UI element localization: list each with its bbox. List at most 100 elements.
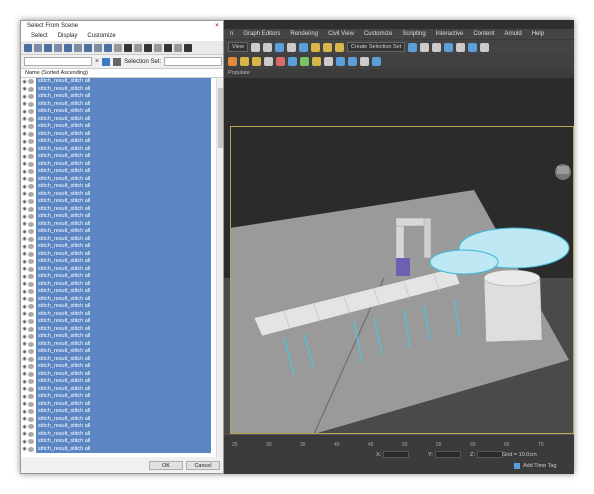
list-item[interactable]: ◉ stitch_result_stitch all	[21, 438, 216, 446]
scale-icon[interactable]	[286, 42, 296, 52]
list-item[interactable]: ◉ stitch_result_stitch all	[21, 318, 216, 326]
sun-icon[interactable]	[240, 57, 249, 66]
time-slider[interactable]: 25 30 35 40 45 50 55 60 65 70	[224, 434, 574, 448]
visibility-eye-icon[interactable]: ◉	[21, 161, 28, 167]
visibility-eye-icon[interactable]: ◉	[21, 266, 28, 272]
visibility-eye-icon[interactable]: ◉	[21, 101, 28, 107]
list-item[interactable]: ◉ stitch_result_stitch all	[21, 378, 216, 386]
list-item[interactable]: ◉ stitch_result_stitch all	[21, 153, 216, 161]
list-item[interactable]: ◉ stitch_result_stitch all	[21, 78, 216, 86]
list-item[interactable]: ◉ stitch_result_stitch all	[21, 400, 216, 408]
visibility-eye-icon[interactable]: ◉	[21, 221, 28, 227]
menu-display[interactable]: Display	[58, 31, 78, 41]
visibility-eye-icon[interactable]: ◉	[21, 416, 28, 422]
visibility-eye-icon[interactable]: ◉	[21, 364, 28, 370]
list-item[interactable]: ◉ stitch_result_stitch all	[21, 220, 216, 228]
list-item[interactable]: ◉ stitch_result_stitch all	[21, 168, 216, 176]
list-item[interactable]: ◉ stitch_result_stitch all	[21, 175, 216, 183]
display-helpers-icon[interactable]	[64, 43, 72, 52]
list-item[interactable]: ◉ stitch_result_stitch all	[21, 160, 216, 168]
visibility-eye-icon[interactable]: ◉	[21, 259, 28, 265]
visibility-eye-icon[interactable]: ◉	[21, 86, 28, 92]
list-item[interactable]: ◉ stitch_result_stitch all	[21, 303, 216, 311]
list-item[interactable]: ◉ stitch_result_stitch all	[21, 190, 216, 198]
visibility-eye-icon[interactable]: ◉	[21, 191, 28, 197]
coord-y-field[interactable]	[434, 451, 461, 458]
filter-icon[interactable]	[174, 43, 182, 52]
visibility-eye-icon[interactable]: ◉	[21, 124, 28, 130]
visibility-eye-icon[interactable]: ◉	[21, 214, 28, 220]
list-item[interactable]: ◉ stitch_result_stitch all	[21, 445, 216, 453]
viewport-perspective[interactable]	[224, 78, 574, 434]
visibility-eye-icon[interactable]: ◉	[21, 431, 28, 437]
object-list[interactable]: ◉ stitch_result_stitch all ◉ stitch_result_…	[21, 78, 223, 457]
list-item[interactable]: ◉ stitch_result_stitch all	[21, 213, 216, 221]
max-menu-graph-editors[interactable]: Graph Editors	[243, 31, 280, 37]
list-item[interactable]: ◉ stitch_result_stitch all	[21, 325, 216, 333]
display-geometry-icon[interactable]	[24, 43, 32, 52]
max-menu-civil-view[interactable]: Civil View	[328, 31, 354, 37]
graph-icon[interactable]	[444, 42, 454, 52]
close-button[interactable]: ×	[211, 21, 223, 31]
list-item[interactable]: ◉ stitch_result_stitch all	[21, 310, 216, 318]
list-item[interactable]: ◉ stitch_result_stitch all	[21, 363, 216, 371]
max-menu-help[interactable]: Help	[532, 31, 544, 37]
list-item[interactable]: ◉ stitch_result_stitch all	[21, 85, 216, 93]
visibility-eye-icon[interactable]: ◉	[21, 229, 28, 235]
align-icon[interactable]	[420, 42, 430, 52]
display-xrefs-icon[interactable]	[94, 43, 102, 52]
max-menu-scripting[interactable]: Scripting	[402, 31, 425, 37]
list-item[interactable]: ◉ stitch_result_stitch all	[21, 415, 216, 423]
render-setup-icon[interactable]	[468, 42, 478, 52]
visibility-eye-icon[interactable]: ◉	[21, 131, 28, 137]
sphere-icon[interactable]	[252, 57, 261, 66]
disk-icon[interactable]	[360, 57, 369, 66]
list-item[interactable]: ◉ stitch_result_stitch all	[21, 93, 216, 101]
menu-customize[interactable]: Customize	[87, 31, 115, 41]
create-selection-set-dropdown[interactable]: Create Selection Set	[346, 42, 406, 52]
move-icon[interactable]	[262, 42, 272, 52]
list-item[interactable]: ◉ stitch_result_stitch all	[21, 340, 216, 348]
visibility-eye-icon[interactable]: ◉	[21, 356, 28, 362]
list-item[interactable]: ◉ stitch_result_stitch all	[21, 243, 216, 251]
configure-columns-icon[interactable]	[184, 43, 192, 52]
search-input[interactable]	[24, 57, 92, 66]
list-item[interactable]: ◉ stitch_result_stitch all	[21, 265, 216, 273]
mirror-icon[interactable]	[408, 42, 418, 52]
globe-icon[interactable]	[336, 57, 345, 66]
list-item[interactable]: ◉ stitch_result_stitch all	[21, 115, 216, 123]
max-menu-item[interactable]: n	[230, 31, 233, 37]
list-item[interactable]: ◉ stitch_result_stitch all	[21, 333, 216, 341]
visibility-eye-icon[interactable]: ◉	[21, 199, 28, 205]
plant-icon[interactable]	[300, 57, 309, 66]
list-item[interactable]: ◉ stitch_result_stitch all	[21, 183, 216, 191]
paint-icon[interactable]	[312, 57, 321, 66]
list-item[interactable]: ◉ stitch_result_stitch all	[21, 123, 216, 131]
visibility-eye-icon[interactable]: ◉	[21, 401, 28, 407]
visibility-eye-icon[interactable]: ◉	[21, 289, 28, 295]
visibility-eye-icon[interactable]: ◉	[21, 154, 28, 160]
visibility-eye-icon[interactable]: ◉	[21, 296, 28, 302]
visibility-eye-icon[interactable]: ◉	[21, 311, 28, 317]
visibility-eye-icon[interactable]: ◉	[21, 169, 28, 175]
pencil-icon[interactable]	[276, 57, 285, 66]
visibility-eye-icon[interactable]: ◉	[21, 371, 28, 377]
visibility-eye-icon[interactable]: ◉	[21, 251, 28, 257]
visibility-eye-icon[interactable]: ◉	[21, 206, 28, 212]
display-shapes-icon[interactable]	[34, 43, 42, 52]
percent-snap-icon[interactable]	[322, 42, 332, 52]
visibility-eye-icon[interactable]: ◉	[21, 274, 28, 280]
list-item[interactable]: ◉ stitch_result_stitch all	[21, 423, 216, 431]
select-icon[interactable]	[250, 42, 260, 52]
visibility-eye-icon[interactable]: ◉	[21, 439, 28, 445]
visibility-eye-icon[interactable]: ◉	[21, 349, 28, 355]
visibility-eye-icon[interactable]: ◉	[21, 394, 28, 400]
toggle-icon[interactable]	[348, 57, 357, 66]
list-item[interactable]: ◉ stitch_result_stitch all	[21, 130, 216, 138]
spinner-snap-icon[interactable]	[334, 42, 344, 52]
visibility-eye-icon[interactable]: ◉	[21, 244, 28, 250]
list-item[interactable]: ◉ stitch_result_stitch all	[21, 138, 216, 146]
visibility-eye-icon[interactable]: ◉	[21, 409, 28, 415]
cancel-button[interactable]: Cancel	[186, 461, 220, 470]
list-item[interactable]: ◉ stitch_result_stitch all	[21, 205, 216, 213]
